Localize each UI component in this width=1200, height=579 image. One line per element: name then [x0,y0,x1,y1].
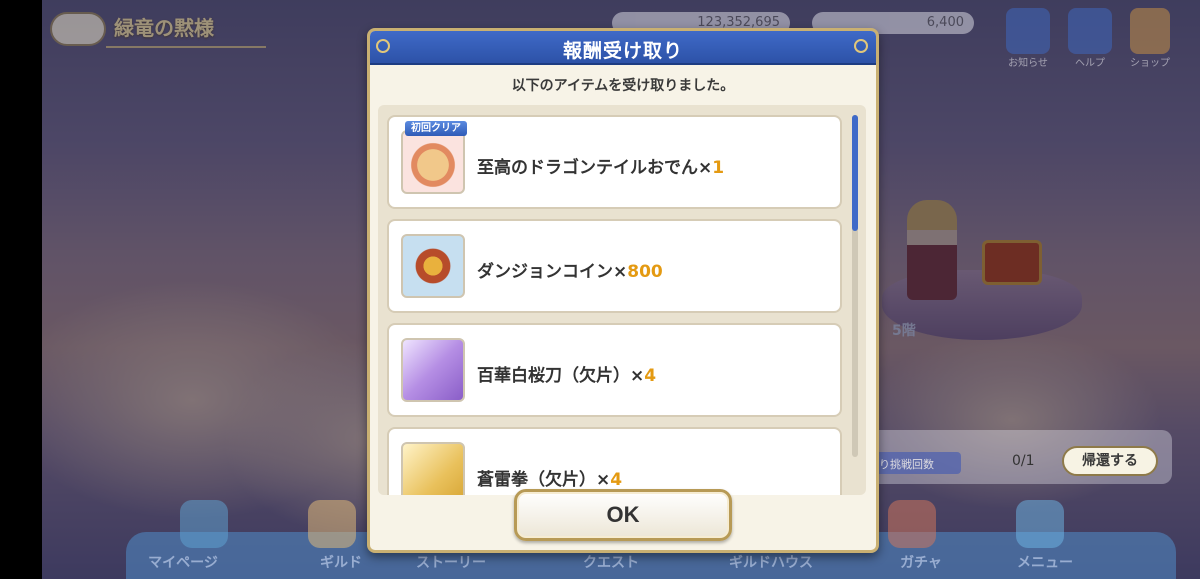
fist-fragment-icon [401,442,465,495]
character-sprite [907,200,957,300]
reward-item-qty: 4 [644,366,657,386]
reward-item-text: ダンジョンコイン×800 [477,257,663,282]
reward-item-qty: 1 [712,158,725,178]
title-underline [106,46,266,48]
reward-item: 蒼雷拳（欠片）×4 [387,427,842,495]
oden-icon [401,130,465,194]
reward-item-text: 至高のドラゴンテイルおでん×1 [477,153,724,178]
nav-story[interactable]: ストーリー [396,552,506,572]
reward-item-name: 至高のドラゴンテイルおでん× [477,158,713,178]
reward-item-name: 蒼雷拳（欠片）× [477,470,611,490]
nav-guildhouse[interactable]: ギルドハウス [716,552,826,572]
gacha-icon [888,500,936,548]
help-icon[interactable] [1068,8,1112,54]
stage-title: 緑竜の黙様 [114,16,214,40]
mypage-icon [180,500,228,548]
reward-list[interactable]: 初回クリア 至高のドラゴンテイルおでん×1 ダンジョンコイン×800 百華白桜刀… [378,105,866,495]
dungeon-coin-icon [401,234,465,298]
ok-button[interactable]: OK [514,489,732,541]
nav-mypage[interactable]: マイページ [128,552,238,572]
header-ornament-icon [854,39,868,53]
dialog-subtitle: 以下のアイテムを受け取りました。 [511,78,735,94]
nav-guild[interactable]: ギルド [286,552,396,572]
reward-item-qty: 4 [610,470,623,490]
dialog-header: 報酬受け取り [370,31,876,65]
return-button[interactable]: 帰還する [1062,446,1158,476]
guild-icon [308,500,356,548]
shop-icon[interactable] [1130,8,1170,54]
challenge-count: 0/1 [1012,453,1035,469]
nav-menu[interactable]: メニュー [990,552,1100,572]
dialog-title: 報酬受け取り [562,40,683,62]
back-button[interactable] [50,12,106,46]
nav-quest[interactable]: クエスト [556,552,666,572]
reward-item-text: 蒼雷拳（欠片）×4 [477,465,622,490]
reward-dialog: 報酬受け取り 以下のアイテムを受け取りました。 初回クリア 至高のドラゴンテイル… [367,28,879,553]
sword-fragment-icon [401,338,465,402]
treasure-chest-icon [982,240,1042,285]
challenge-tag: り挑戦回数 [873,452,961,474]
menu-icon [1016,500,1064,548]
info-icon[interactable] [1006,8,1050,54]
reward-item-text: 百華白桜刀（欠片）×4 [477,361,656,386]
floating-island [882,270,1082,340]
reward-item-name: 百華白桜刀（欠片）× [477,366,645,386]
reward-item: 初回クリア 至高のドラゴンテイルおでん×1 [387,115,842,209]
first-clear-badge: 初回クリア [405,121,467,136]
scrollbar-thumb[interactable] [852,115,858,231]
reward-item: ダンジョンコイン×800 [387,219,842,313]
reward-item: 百華白桜刀（欠片）×4 [387,323,842,417]
reward-item-qty: 800 [627,262,663,282]
help-icon-label: ヘルプ [1075,58,1105,69]
floor-label: 5階 [892,323,916,339]
info-icon-label: お知らせ [1008,58,1048,69]
shop-icon-label: ショップ [1130,58,1170,69]
nav-gacha[interactable]: ガチャ [866,552,976,572]
reward-item-name: ダンジョンコイン× [477,262,628,282]
